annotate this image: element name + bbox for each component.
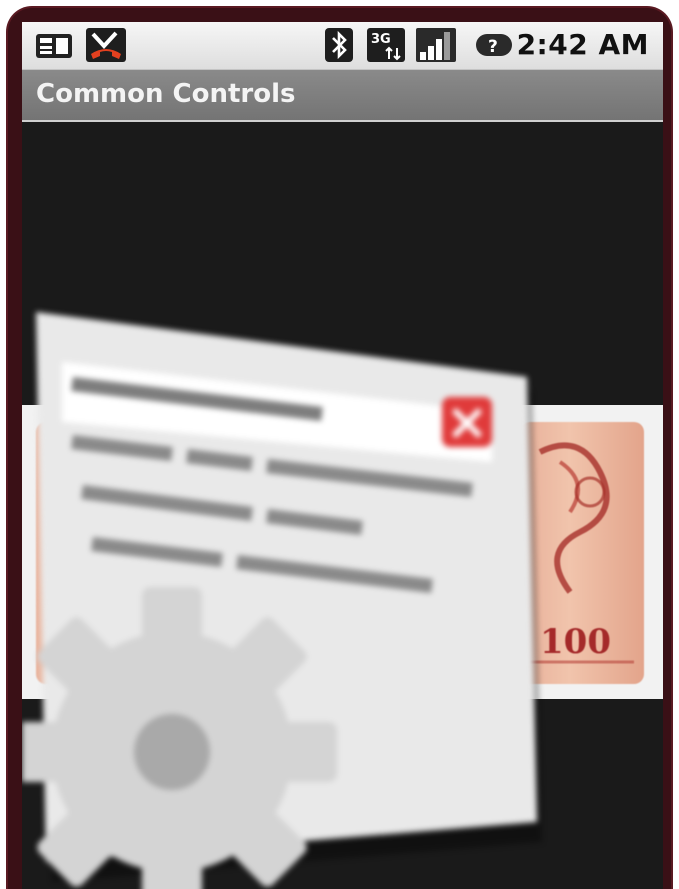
settings-illustration[interactable] xyxy=(22,282,582,889)
device: 3G ? 2:42 AM Common Controls 100 xyxy=(0,0,679,889)
close-icon xyxy=(442,397,492,447)
content-area[interactable]: 100 xyxy=(22,122,663,889)
3g-data-icon: 3G xyxy=(367,28,405,62)
svg-text:3G: 3G xyxy=(371,32,391,47)
title-bar: Common Controls xyxy=(22,70,663,122)
notification-card-icon xyxy=(36,34,72,58)
screen: 3G ? 2:42 AM Common Controls 100 xyxy=(22,22,663,889)
missed-call-icon xyxy=(86,28,126,62)
app-title: Common Controls xyxy=(36,79,296,109)
battery-unknown-icon: ? xyxy=(476,34,512,57)
signal-strength-icon xyxy=(416,28,456,62)
status-time: 2:42 AM xyxy=(516,28,649,61)
status-bar[interactable]: 3G ? 2:42 AM xyxy=(22,22,663,70)
svg-text:?: ? xyxy=(488,37,498,57)
bluetooth-icon xyxy=(325,28,353,62)
